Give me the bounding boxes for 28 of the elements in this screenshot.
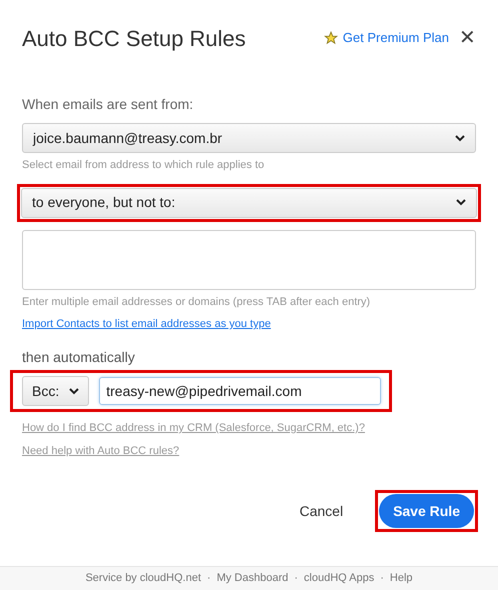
- import-contacts-link[interactable]: Import Contacts to list email addresses as you type: [22, 316, 271, 332]
- dialog-title: Auto BCC Setup Rules: [22, 24, 247, 53]
- footer-link[interactable]: Service by cloudHQ.net: [85, 570, 202, 587]
- close-button[interactable]: ✕: [459, 28, 476, 48]
- separator: ·: [207, 571, 211, 586]
- footer-link[interactable]: cloudHQ Apps: [304, 570, 374, 587]
- separator: ·: [294, 571, 298, 586]
- cancel-button[interactable]: Cancel: [297, 494, 346, 528]
- star-icon: [324, 31, 338, 45]
- footer-link[interactable]: Help: [390, 570, 413, 587]
- footer-link[interactable]: My Dashboard: [216, 570, 288, 587]
- hint-text: Enter multiple email addresses or domains (press TAB after each entry): [22, 294, 372, 310]
- bcc-address-field[interactable]: treasy-new@pipedrivemail.com: [99, 377, 382, 405]
- hint-text: Select email from address to which rule applies to: [22, 158, 266, 173]
- chevron-icon: [456, 199, 466, 206]
- help-link[interactable]: Need help with Auto BCC rules?: [22, 442, 180, 459]
- separator: ·: [380, 571, 384, 586]
- help-link[interactable]: How do I find BCC address in my CRM (Salesforce, SugarCRM, etc.)?: [22, 420, 365, 436]
- recipients-field[interactable]: [22, 230, 476, 290]
- mode-select[interactable]: Bcc:: [22, 376, 90, 406]
- save-rule-button[interactable]: Save Rule: [379, 494, 474, 528]
- chevron-icon: [455, 134, 465, 142]
- sender-select[interactable]: joice.baumann@treasy.com.br: [22, 123, 476, 153]
- recipients-select[interactable]: to everyone, but not to:: [21, 188, 477, 218]
- field-label: then automatically: [22, 348, 136, 367]
- chevron-icon: [69, 388, 80, 394]
- premium-link[interactable]: Get Premium Plan: [342, 28, 449, 48]
- field-label: When emails are sent from:: [22, 95, 194, 114]
